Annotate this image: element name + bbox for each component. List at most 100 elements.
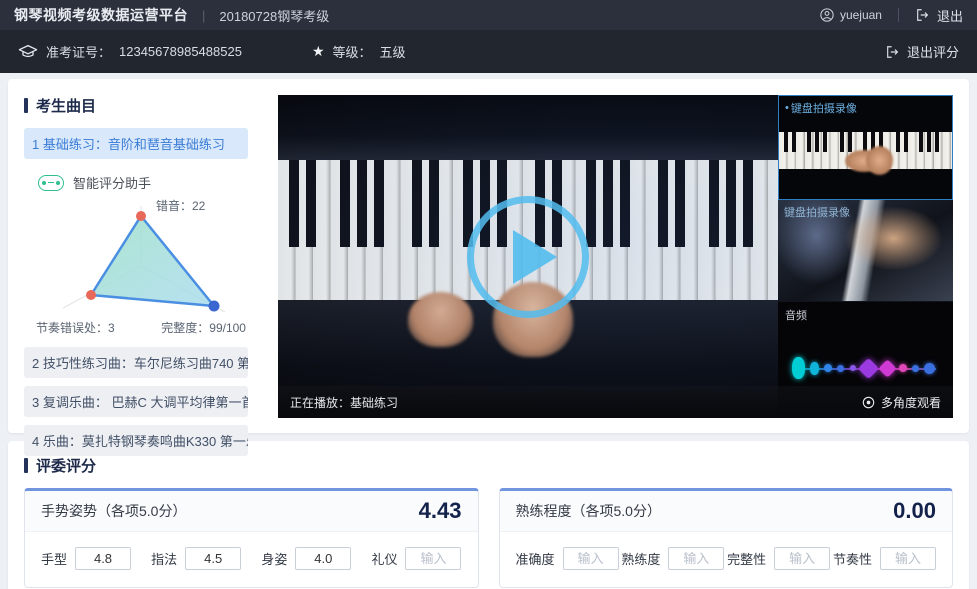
completeness-input[interactable] — [774, 547, 830, 570]
score-card-gesture: 手势姿势（各项5.0分） 4.43 手型 指法 身姿 — [24, 488, 479, 588]
proficiency-card-header: 熟练程度（各项5.0分） 0.00 — [500, 491, 953, 532]
section-bar-icon — [24, 98, 28, 113]
posture-input[interactable] — [295, 547, 351, 570]
proficiency-input[interactable] — [668, 547, 724, 570]
field-proficiency-label: 熟练度 — [621, 549, 660, 568]
song-item-4[interactable]: 4 乐曲：莫扎特钢琴奏鸣曲K330 第一乐章 — [24, 425, 248, 456]
score-card-proficiency: 熟练程度（各项5.0分） 0.00 准确度 熟练度 完整性 — [499, 488, 954, 588]
field-hand-shape: 手型 — [41, 547, 131, 570]
main-video-view[interactable] — [278, 95, 778, 418]
song-item-1[interactable]: 1 基础练习：音阶和琶音基础练习 — [24, 128, 248, 159]
songs-section-header: 考生曲目 — [24, 95, 264, 116]
radar-dot-completeness — [209, 301, 220, 312]
song-list-panel: 考生曲目 1 基础练习：音阶和琶音基础练习 智能评分助手 — [24, 83, 264, 421]
level-value: 五级 — [380, 42, 406, 61]
radar-dot-wrong-notes — [136, 211, 146, 221]
main-content: 考生曲目 1 基础练习：音阶和琶音基础练习 智能评分助手 — [0, 73, 977, 589]
etiquette-input[interactable] — [405, 547, 461, 570]
exam-info-bar: 准考证号： 12345678985488525 ★ 等级： 五级 退出评分 — [0, 30, 977, 73]
ticket-number: 12345678985488525 — [119, 44, 242, 59]
star-icon: ★ — [312, 43, 325, 60]
field-hand-shape-label: 手型 — [41, 549, 67, 568]
exit-scoring-label: 退出评分 — [907, 42, 959, 61]
title-divider: | — [202, 8, 205, 23]
accuracy-input[interactable] — [563, 547, 619, 570]
section-bar-icon — [24, 458, 28, 473]
now-playing-label: 正在播放：基础练习 — [290, 394, 398, 411]
video-control-bar: 正在播放：基础练习 多角度观看 — [278, 386, 953, 418]
field-accuracy-label: 准确度 — [516, 549, 555, 568]
rhythm-input[interactable] — [880, 547, 936, 570]
user-menu[interactable]: yuejuan — [820, 8, 882, 22]
topbar-divider — [898, 8, 899, 22]
keyboard-camera-thumb-1[interactable]: • 键盘拍摄录像 — [778, 95, 953, 200]
scoring-section-header: 评委评分 — [24, 455, 953, 476]
field-etiquette: 礼仪 — [371, 547, 461, 570]
proficiency-total-score: 0.00 — [893, 498, 936, 524]
level-label: 等级： — [333, 42, 372, 61]
song-item-3[interactable]: 3 复调乐曲： 巴赫C 大调平均律第一首前奏曲 — [24, 386, 248, 417]
ai-score-assistant: 智能评分助手 — [24, 173, 264, 341]
logout-icon — [915, 8, 930, 22]
field-rhythm-label: 节奏性 — [833, 549, 872, 568]
graduation-cap-icon — [18, 44, 38, 60]
logout-label: 退出 — [937, 6, 963, 25]
play-button[interactable] — [467, 196, 589, 318]
field-fingering: 指法 — [151, 547, 241, 570]
field-completeness: 完整性 — [727, 547, 830, 570]
user-name: yuejuan — [840, 8, 882, 22]
radar-chart: 错音：22 节奏错误处：3 完整度：99/100 — [28, 194, 250, 336]
song-item-2[interactable]: 2 技巧性练习曲：车尔尼练习曲740 第一首 — [24, 347, 248, 378]
audio-label: 音频 — [785, 307, 807, 323]
radar-label-completeness: 完整度：99/100 — [161, 320, 246, 335]
gesture-card-body: 手型 指法 身姿 礼仪 — [25, 532, 478, 587]
thumb1-black-keys — [779, 132, 952, 152]
field-accuracy: 准确度 — [516, 547, 619, 570]
field-proficiency: 熟练度 — [621, 547, 724, 570]
fingering-input[interactable] — [185, 547, 241, 570]
video-player: • 键盘拍摄录像 键盘拍摄录像 音频 — [278, 95, 953, 418]
field-fingering-label: 指法 — [151, 549, 177, 568]
ticket-group: 准考证号： 12345678985488525 — [18, 42, 242, 61]
radar-chart-box: 错音：22 节奏错误处：3 完整度：99/100 — [28, 194, 264, 341]
field-posture-label: 身姿 — [261, 549, 287, 568]
session-title: 20180728钢琴考级 — [219, 6, 329, 25]
gesture-card-title: 手势姿势（各项5.0分） — [41, 501, 186, 521]
logout-button[interactable]: 退出 — [915, 6, 963, 25]
user-icon — [820, 8, 834, 22]
assistant-header: 智能评分助手 — [38, 173, 264, 192]
gesture-card-header: 手势姿势（各项5.0分） 4.43 — [25, 491, 478, 532]
play-icon — [513, 230, 557, 284]
judge-scoring-panel: 评委评分 手势姿势（各项5.0分） 4.43 手型 指法 — [8, 441, 969, 589]
radar-label-rhythm-errors: 节奏错误处：3 — [36, 321, 115, 335]
ticket-label: 准考证号： — [46, 42, 111, 61]
scoring-section-title: 评委评分 — [36, 455, 96, 476]
thumb2-label-wrap: 键盘拍摄录像 — [784, 204, 850, 220]
thumb1-label: 键盘拍摄录像 — [791, 100, 857, 116]
radar-dot-rhythm-errors — [86, 290, 96, 300]
exam-panel: 考生曲目 1 基础练习：音阶和琶音基础练习 智能评分助手 — [8, 79, 969, 433]
multi-angle-label: 多角度观看 — [881, 394, 941, 411]
eye-icon — [862, 396, 875, 409]
multi-angle-button[interactable]: 多角度观看 — [862, 394, 941, 411]
field-posture: 身姿 — [261, 547, 351, 570]
assistant-title: 智能评分助手 — [73, 173, 151, 192]
assistant-link-icon — [38, 175, 64, 191]
keyboard-camera-thumb-2[interactable]: 键盘拍摄录像 — [778, 200, 953, 302]
app-title: 钢琴视频考级数据运营平台 — [14, 5, 188, 25]
hand-shape-input[interactable] — [75, 547, 131, 570]
songs-section-title: 考生曲目 — [36, 95, 96, 116]
level-group: ★ 等级： 五级 — [312, 42, 406, 61]
thumb2-label: 键盘拍摄录像 — [784, 204, 850, 220]
top-bar: 钢琴视频考级数据运营平台 | 20180728钢琴考级 yuejuan 退出 — [0, 0, 977, 30]
radar-label-wrong-notes: 错音：22 — [156, 198, 206, 213]
thumb1-hand-2 — [866, 146, 894, 175]
proficiency-card-title: 熟练程度（各项5.0分） — [516, 501, 661, 521]
field-rhythm: 节奏性 — [833, 547, 936, 570]
exit-scoring-button[interactable]: 退出评分 — [885, 42, 959, 61]
camera-thumbnails: • 键盘拍摄录像 键盘拍摄录像 音频 — [778, 95, 953, 418]
gesture-total-score: 4.43 — [419, 498, 462, 524]
recording-dot-icon: • — [785, 102, 789, 114]
field-etiquette-label: 礼仪 — [371, 549, 397, 568]
field-completeness-label: 完整性 — [727, 549, 766, 568]
